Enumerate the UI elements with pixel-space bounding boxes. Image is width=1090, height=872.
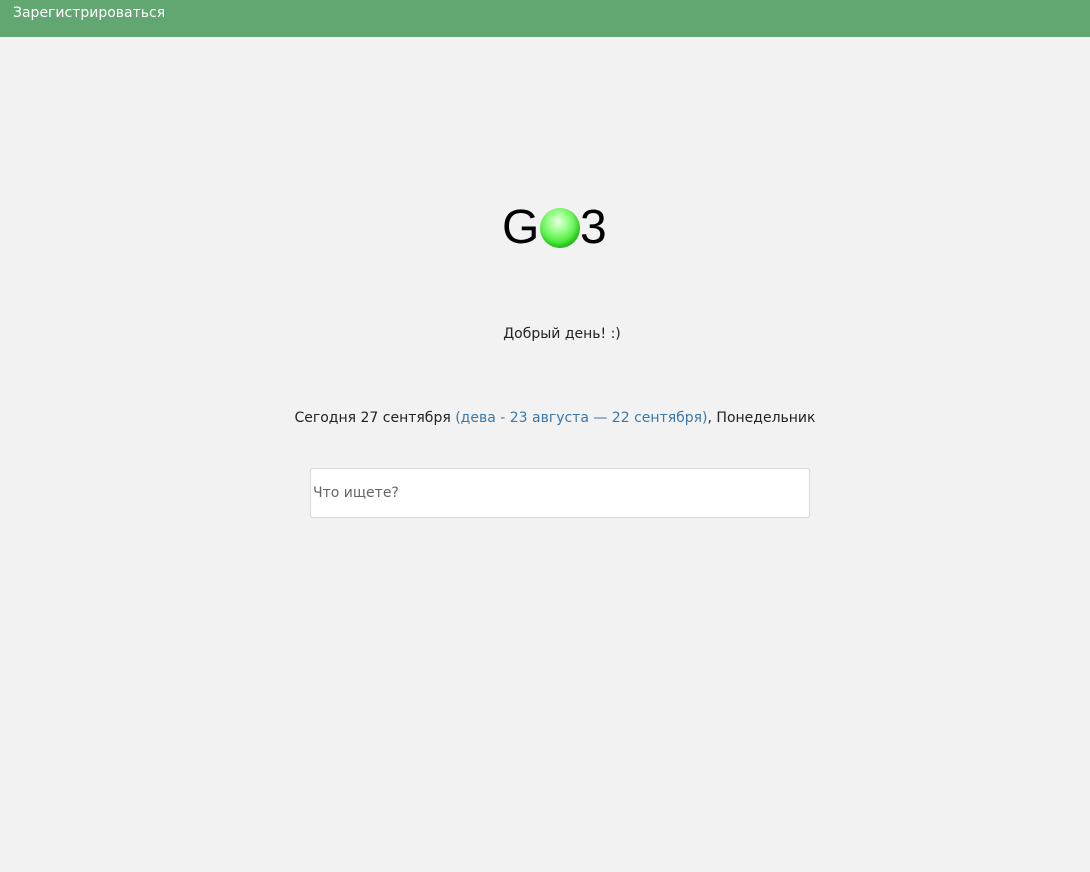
top-bar: Зарегистрироваться	[0, 0, 1090, 37]
date-text: Сегодня 27 сентября	[294, 410, 456, 426]
register-link[interactable]: Зарегистрироваться	[13, 5, 165, 21]
site-logo[interactable]: G 3	[502, 204, 610, 252]
greeting-text: Добрый день! :)	[503, 326, 621, 342]
search-box	[310, 468, 810, 518]
zodiac-text: (дева - 23 августа — 22 сентября)	[455, 410, 708, 426]
weekday-text: , Понедельник	[707, 410, 816, 426]
logo-letter-g: G	[502, 201, 540, 254]
date-line: Сегодня 27 сентября (дева - 23 августа —…	[0, 410, 1090, 426]
logo-letter-3: 3	[580, 201, 607, 254]
search-input[interactable]	[313, 469, 807, 517]
green-ball-icon	[540, 208, 580, 248]
